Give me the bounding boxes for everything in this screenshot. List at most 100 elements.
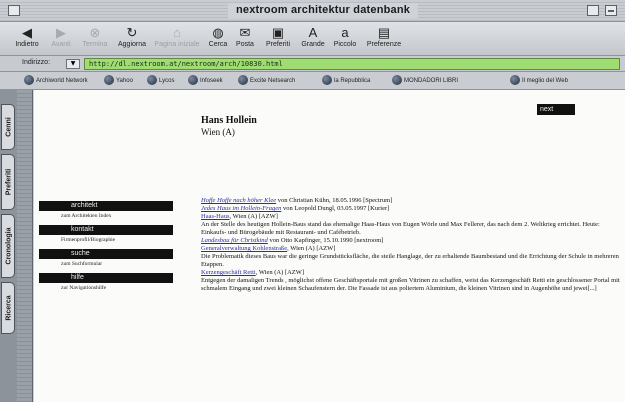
search-icon: ◍ [212, 25, 224, 40]
list-item: Hoffe Hoffe nach höher Klee von Christia… [201, 197, 393, 204]
list-item: Generalverwaltung Kohlenstraße, Wien (A)… [201, 245, 336, 252]
favorite-label: MONDADORI LIBRI [404, 78, 459, 84]
address-input[interactable]: http://dl.nextroom.at/nextroom/arch/1083… [84, 58, 620, 70]
preferences-icon: ▤ [377, 25, 391, 40]
collapse-box-icon[interactable] [605, 5, 617, 16]
globe-icon [510, 75, 520, 86]
entry-description: Entgegen der damaligen Trends , möglichs… [201, 277, 620, 292]
home-label: Pagina iniziale [154, 41, 200, 48]
favorite-label: Archiworld Network [36, 78, 88, 84]
globe-icon [188, 75, 198, 86]
search-label: Cerca [208, 41, 228, 48]
favorite-link[interactable]: Il meglio del Web [510, 75, 568, 87]
list-item: Haas-Haus, Wien (A) [AZW] [201, 213, 278, 220]
stop-label: Termina [82, 41, 108, 48]
preferences-button[interactable]: ▤ Preferenze [362, 24, 406, 54]
favorite-label: Il meglio del Web [522, 78, 568, 84]
web-page: next Hans Hollein Wien (A) architekt zum… [34, 90, 625, 402]
favorite-link[interactable]: Yahoo [104, 75, 133, 87]
favorite-link[interactable]: Infoseek [188, 75, 223, 87]
list-item: Landesbau für Christkind von Otto Kapfin… [201, 237, 384, 244]
favorite-label: Yahoo [116, 78, 133, 84]
smaller-text-label: Piccolo [333, 41, 357, 48]
forward-label: Avanti [51, 41, 71, 48]
entry-link[interactable]: Landesbau für Christkind [201, 237, 268, 244]
next-button[interactable]: next [537, 104, 575, 115]
globe-icon [238, 75, 248, 86]
stop-button[interactable]: ⊗ Termina [79, 24, 111, 54]
title-bar: nextroom architektur datenbank [0, 0, 625, 22]
globe-icon [392, 75, 402, 86]
zoom-box-icon[interactable] [587, 5, 599, 16]
side-menu: architekt zum Architekten Index kontakt … [39, 198, 173, 294]
home-icon: ⌂ [173, 25, 181, 40]
favorite-label: la Repubblica [334, 78, 371, 84]
address-bar: Indirizzo: ▼ http://dl.nextroom.at/nextr… [0, 56, 625, 72]
back-button[interactable]: ◀ Indietro [10, 24, 44, 54]
entry-link[interactable]: Jedes Haus im Hollein-Fragen [201, 205, 281, 212]
favorite-label: Infoseek [200, 78, 223, 84]
back-label: Indietro [15, 41, 39, 48]
mail-label: Posta [236, 41, 254, 48]
tab-cenni[interactable]: Cenni [1, 104, 15, 150]
smaller-text-button[interactable]: a Piccolo [330, 24, 360, 54]
close-box-icon[interactable] [8, 5, 20, 16]
entry-list: Hoffe Hoffe nach höher Klee von Christia… [201, 197, 621, 293]
history-dropdown[interactable]: ▼ [66, 59, 80, 69]
architect-name: Hans Hollein [201, 115, 257, 126]
search-button[interactable]: ◍ Cerca [205, 24, 231, 54]
favorite-link[interactable]: la Repubblica [322, 75, 370, 87]
stop-icon: ⊗ [89, 25, 101, 40]
favorite-label: Lycos [159, 78, 175, 84]
menu-architekt-sub[interactable]: zum Architekten Index [39, 211, 173, 222]
larger-text-button[interactable]: A Grande [298, 24, 328, 54]
globe-icon [322, 75, 332, 86]
favorite-link[interactable]: Lycos [147, 75, 174, 87]
favorites-button[interactable]: ▣ Preferiti [260, 24, 296, 54]
chevron-down-icon: ▼ [70, 60, 76, 67]
entry-description: An der Stelle des heutigen Hollein-Baus … [201, 221, 600, 236]
larger-text-label: Grande [301, 41, 325, 48]
reload-button[interactable]: ↻ Aggiorna [114, 24, 150, 54]
favorites-label: Preferiti [265, 41, 291, 48]
list-item: Kerzengeschäft Retti, Wien (A) [AZW] [201, 269, 305, 276]
globe-icon [24, 75, 34, 86]
forward-button[interactable]: ▶ Avanti [46, 24, 76, 54]
forward-arrow-icon: ▶ [56, 25, 66, 40]
menu-hilfe-sub[interactable]: zur Navigationshilfe [39, 283, 173, 294]
menu-suche[interactable]: suche [39, 249, 173, 259]
favorite-link[interactable]: Archiworld Network [24, 75, 88, 87]
globe-icon [147, 75, 157, 86]
tab-preferiti[interactable]: Preferiti [1, 154, 15, 210]
tab-ricerca[interactable]: Ricerca [1, 282, 15, 334]
larger-text-icon: A [308, 25, 318, 40]
menu-kontakt[interactable]: kontakt [39, 225, 173, 235]
entry-link[interactable]: Hoffe Hoffe nach höher Klee [201, 197, 276, 204]
side-tab-strip [17, 90, 32, 402]
favorite-link[interactable]: Excite Netsearch [238, 75, 295, 87]
explorer-side-tabs: Cenni Preferiti Cronologia Ricerca [0, 90, 33, 402]
favorite-label: Excite Netsearch [250, 78, 296, 84]
entry-link[interactable]: Kerzengeschäft Retti [201, 269, 256, 276]
favorite-link[interactable]: MONDADORI LIBRI [392, 75, 458, 87]
mail-button[interactable]: ✉ Posta [232, 24, 258, 54]
reload-icon: ↻ [126, 25, 138, 40]
home-button[interactable]: ⌂ Pagina iniziale [153, 24, 201, 54]
entry-link[interactable]: Haas-Haus [201, 213, 230, 220]
menu-architekt[interactable]: architekt [39, 201, 173, 211]
preferences-label: Preferenze [366, 41, 402, 48]
favorites-icon: ▣ [271, 25, 285, 40]
menu-kontakt-sub[interactable]: Firmenprofil/Biographie [39, 235, 173, 246]
back-arrow-icon: ◀ [22, 25, 32, 40]
menu-suche-sub[interactable]: zum Suchformular [39, 259, 173, 270]
favorites-bar: Archiworld Network Yahoo Lycos Infoseek … [0, 72, 625, 90]
entry-description: Die Problematik dieses Baus war die geri… [201, 253, 619, 268]
address-label: Indirizzo: [22, 59, 51, 66]
globe-icon [104, 75, 114, 86]
smaller-text-icon: a [341, 25, 349, 40]
menu-hilfe[interactable]: hilfe [39, 273, 173, 283]
tab-cronologia[interactable]: Cronologia [1, 214, 15, 278]
reload-label: Aggiorna [117, 41, 147, 48]
entry-link[interactable]: Generalverwaltung Kohlenstraße [201, 245, 287, 252]
architect-location: Wien (A) [201, 127, 235, 137]
